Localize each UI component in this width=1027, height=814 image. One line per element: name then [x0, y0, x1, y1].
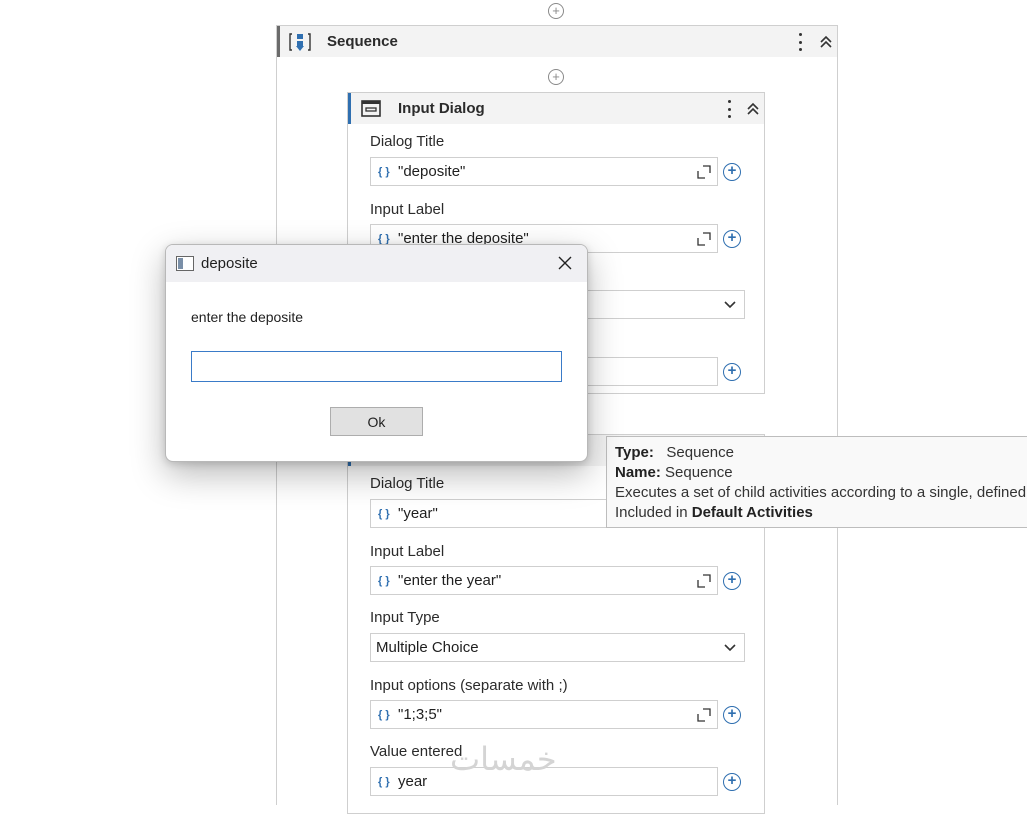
dialog-title-label-2: Dialog Title: [370, 475, 445, 492]
tooltip-included-row: Included in Default Activities: [615, 503, 1027, 523]
tooltip-type-row: Type: Sequence: [615, 443, 1027, 463]
watermark-text: خمسات: [450, 740, 557, 778]
app-window-icon: [176, 256, 194, 271]
input-label-label-2: Input Label: [370, 543, 445, 560]
expression-icon: { }: [378, 165, 390, 178]
input-type-value-2: Multiple Choice: [376, 639, 479, 656]
input-dialog-title: Input Dialog: [398, 100, 485, 117]
input-options-label-2: Input options (separate with ;): [370, 677, 568, 694]
chevron-down-icon: [724, 301, 736, 309]
chevron-down-icon: [724, 644, 736, 652]
input-label-label: Input Label: [370, 201, 445, 218]
dialog-prompt-text: enter the deposite: [191, 309, 304, 325]
tooltip-type-label: Type:: [615, 444, 654, 461]
expand-icon[interactable]: [697, 232, 711, 246]
expression-icon: { }: [378, 232, 390, 245]
dialog-title-value: "deposite": [398, 163, 466, 180]
sequence-collapse-icon[interactable]: [819, 35, 833, 49]
input-label-add-button-2[interactable]: +: [718, 566, 746, 595]
dialog-title-field[interactable]: { } "deposite": [370, 157, 718, 186]
tooltip-type-value: Sequence: [666, 444, 734, 461]
tooltip-name-label: Name:: [615, 464, 661, 481]
ok-button[interactable]: Ok: [330, 407, 423, 436]
input-dialog-collapse-icon[interactable]: [746, 102, 760, 116]
dialog-title-add-button[interactable]: +: [718, 157, 746, 186]
input-label-add-button[interactable]: +: [718, 224, 746, 253]
expression-icon: { }: [378, 507, 390, 520]
value-entered-add-button[interactable]: +: [718, 357, 746, 386]
dialog-title-label: Dialog Title: [370, 133, 445, 150]
sequence-more-icon[interactable]: [795, 31, 805, 53]
input-type-label-2: Input Type: [370, 609, 440, 626]
dialog-window-title: deposite: [201, 255, 258, 272]
input-options-value-2: "1;3;5": [398, 706, 443, 723]
dialog-text-input[interactable]: [191, 351, 562, 382]
window-icon: [361, 100, 381, 117]
tooltip-description: Executes a set of child activities accor…: [615, 484, 1027, 501]
tooltip-included-value: Default Activities: [691, 504, 813, 521]
expand-icon[interactable]: [697, 165, 711, 179]
value-entered-label-2: Value entered: [370, 743, 463, 760]
input-label-value-2: "enter the year": [398, 572, 502, 589]
input-dialog-window: deposite enter the deposite Ok: [165, 244, 588, 462]
tooltip-name-value: Sequence: [665, 464, 733, 481]
sequence-header[interactable]: Sequence: [277, 26, 837, 57]
value-entered-add-button-2[interactable]: +: [718, 767, 746, 796]
tooltip-included-prefix: Included in: [615, 504, 688, 521]
activity-tooltip: Type: Sequence Name: Sequence Executes a…: [606, 436, 1027, 528]
sequence-icon: [289, 33, 311, 51]
add-activity-button-inner[interactable]: +: [548, 69, 564, 85]
input-options-field-2[interactable]: { } "1;3;5": [370, 700, 718, 729]
add-activity-button-top[interactable]: +: [548, 3, 564, 19]
input-dialog-header[interactable]: Input Dialog: [348, 93, 764, 124]
expression-icon: { }: [378, 574, 390, 587]
dialog-titlebar[interactable]: deposite: [166, 245, 587, 282]
value-entered-value-2: year: [398, 773, 428, 790]
input-dialog-more-icon[interactable]: [724, 98, 734, 120]
expression-icon: { }: [378, 775, 390, 788]
close-icon[interactable]: [556, 254, 574, 272]
input-label-field-2[interactable]: { } "enter the year": [370, 566, 718, 595]
tooltip-name-row: Name: Sequence: [615, 463, 1027, 483]
input-options-add-button-2[interactable]: +: [718, 700, 746, 729]
expand-icon[interactable]: [697, 708, 711, 722]
expression-icon: { }: [378, 708, 390, 721]
input-type-select-2[interactable]: Multiple Choice: [370, 633, 745, 662]
dialog-title-value-2: "year": [398, 505, 438, 522]
expand-icon[interactable]: [697, 574, 711, 588]
sequence-title: Sequence: [327, 33, 398, 50]
